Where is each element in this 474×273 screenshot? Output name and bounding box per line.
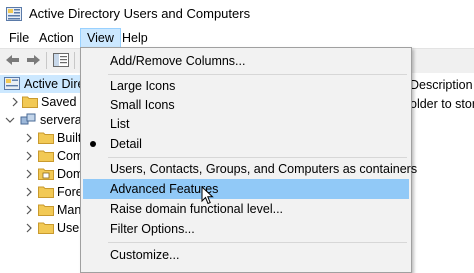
radio-bullet-icon [90,141,96,147]
expand-arrow-icon[interactable] [24,133,34,143]
menu-item-customize[interactable]: Customize... [83,245,409,265]
menu-item-label: List [110,117,130,131]
menu-item-raise-domain-level[interactable]: Raise domain functional level... [83,199,409,219]
description-cell: older to store [410,97,474,111]
title-bar: Active Directory Users and Computers [0,0,474,28]
menu-item-large-icons[interactable]: Large Icons [83,76,409,96]
menu-item-label: Users, Contacts, Groups, and Computers a… [110,162,418,176]
menu-file[interactable]: File [3,29,35,47]
expand-arrow-icon[interactable] [24,223,34,233]
menu-item-list[interactable]: List [83,114,409,134]
mouse-cursor-icon [201,186,214,205]
expand-arrow-icon[interactable] [24,169,34,179]
back-icon[interactable] [4,52,22,68]
menu-item-label: Large Icons [110,79,176,93]
toolbar-separator [74,52,75,69]
console-tree-icon[interactable] [52,52,70,68]
menu-item-label: Customize... [110,248,180,262]
menu-separator [108,242,407,243]
menu-item-advanced-features[interactable]: Advanced Features [83,179,409,199]
column-header-description[interactable]: Description [410,78,473,92]
menu-view[interactable]: View [80,28,121,48]
view-menu-dropdown: Add/Remove Columns... Large Icons Small … [80,47,417,273]
tree-item-label: Built [57,131,82,145]
ou-folder-icon [38,168,54,180]
toolbar-separator [46,52,47,69]
folder-icon [22,96,38,108]
menu-item-add-remove-columns[interactable]: Add/Remove Columns... [83,51,409,71]
domain-icon [20,113,36,125]
folder-icon [38,150,54,162]
active-directory-icon [4,77,20,90]
folder-icon [38,132,54,144]
expand-arrow-icon[interactable] [24,187,34,197]
menu-help[interactable]: Help [116,29,154,47]
expand-arrow-icon[interactable] [10,97,20,107]
menu-item-label: Small Icons [110,98,175,112]
menu-item-filter-options[interactable]: Filter Options... [83,219,409,239]
menu-item-label: Filter Options... [110,222,195,236]
menu-action[interactable]: Action [33,29,80,47]
menu-item-label: Add/Remove Columns... [110,54,246,68]
menu-separator [108,74,407,75]
expand-arrow-icon[interactable] [24,151,34,161]
menu-item-label: Raise domain functional level... [110,202,284,216]
active-directory-icon [6,7,22,21]
menu-item-small-icons[interactable]: Small Icons [83,95,409,115]
tree-item-label: Fore [57,185,83,199]
forward-icon[interactable] [24,52,42,68]
window-title: Active Directory Users and Computers [29,6,251,21]
menu-separator [108,157,407,158]
menu-item-detail[interactable]: Detail [83,134,409,154]
menu-item-label: Detail [110,137,142,151]
menu-bar: File Action View Help [0,28,474,48]
folder-icon [38,186,54,198]
menu-item-containers[interactable]: Users, Contacts, Groups, and Computers a… [83,159,417,179]
expanded-arrow-icon[interactable] [5,115,15,125]
folder-icon [38,222,54,234]
